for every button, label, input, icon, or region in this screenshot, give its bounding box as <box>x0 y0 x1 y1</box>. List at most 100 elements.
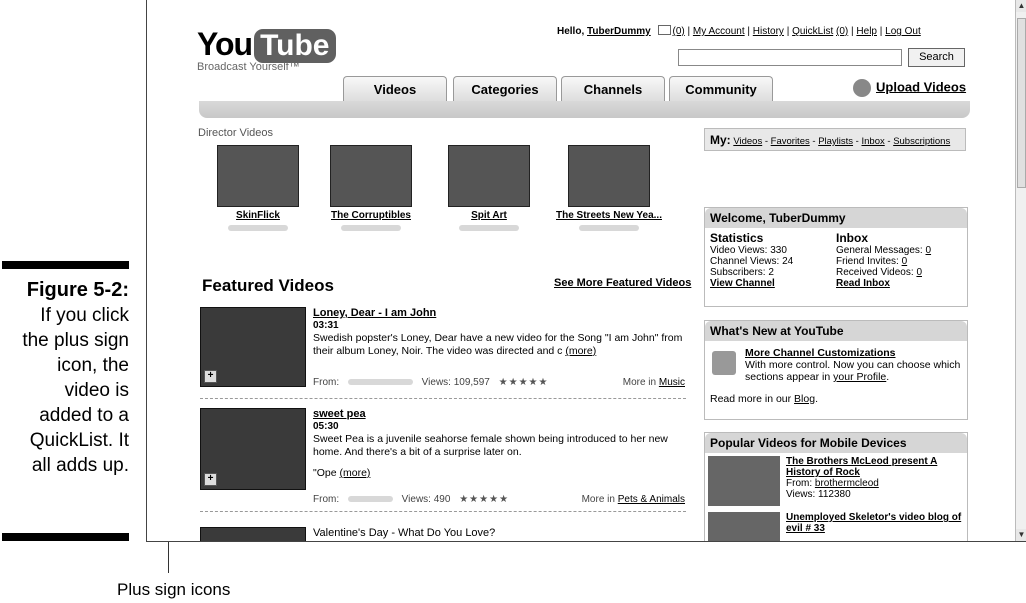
popular-video-title[interactable]: The Brothers McLeod present A History of… <box>786 456 964 478</box>
blog-text: Read more in our <box>710 393 792 405</box>
search-input[interactable] <box>678 49 902 66</box>
quicklist-count[interactable]: (0) <box>836 26 848 37</box>
tab-categories[interactable]: Categories <box>453 76 557 102</box>
my-favorites-link[interactable]: Favorites <box>771 136 810 147</box>
welcome-box: Welcome, TuberDummy Statistics Video Vie… <box>704 207 968 307</box>
my-inbox-link[interactable]: Inbox <box>861 136 884 147</box>
vertical-scrollbar[interactable]: ▲ ▼ <box>1015 0 1026 541</box>
account-links: Hello, TuberDummy (0) | My Account | His… <box>557 25 921 37</box>
tab-videos[interactable]: Videos <box>343 76 447 102</box>
blurred-username <box>459 225 519 231</box>
video-title-link[interactable]: Valentine's Day - What Do You Love? <box>313 527 685 539</box>
browser-screenshot: You Tube Broadcast Yourself™ Hello, Tuber… <box>146 0 1026 542</box>
blurred-username <box>341 225 401 231</box>
video-thumbnail[interactable] <box>708 456 780 506</box>
stat-channel-views: Channel Views: 24 <box>710 256 794 267</box>
blurred-username <box>579 225 639 231</box>
logout-link[interactable]: Log Out <box>885 26 921 37</box>
video-thumbnail[interactable] <box>708 512 780 541</box>
scroll-thumb[interactable] <box>1017 18 1026 188</box>
video-title-link[interactable]: sweet pea <box>313 408 685 420</box>
featured-videos-heading: Featured Videos <box>202 276 334 295</box>
callout-label: Plus sign icons <box>117 580 231 599</box>
nav-bar <box>199 101 970 118</box>
youtube-logo[interactable]: You Tube Broadcast Yourself™ <box>197 26 336 73</box>
plus-icon[interactable]: + <box>204 473 217 486</box>
my-subscriptions-link[interactable]: Subscriptions <box>893 136 950 147</box>
blog-link[interactable]: Blog <box>794 393 815 405</box>
upload-videos-link[interactable]: Upload Videos <box>853 79 966 97</box>
my-playlists-link[interactable]: Playlists <box>818 136 853 147</box>
upload-icon <box>853 79 871 97</box>
video-thumbnail[interactable] <box>217 145 299 207</box>
received-videos-count[interactable]: 0 <box>916 267 922 278</box>
popular-item: Unemployed Skeletor's video blog of evil… <box>705 509 967 541</box>
video-title-link[interactable]: The Corruptibles <box>316 210 426 221</box>
whats-new-box: What's New at YouTube More Channel Custo… <box>704 320 968 420</box>
tab-channels[interactable]: Channels <box>561 76 665 102</box>
director-video[interactable]: SkinFlick <box>203 145 313 231</box>
my-links-bar: My: Videos - Favorites - Playlists - Inb… <box>704 128 966 151</box>
logo-you: You <box>197 26 253 62</box>
my-account-link[interactable]: My Account <box>693 26 745 37</box>
separator: | <box>851 26 854 37</box>
author-link[interactable]: brothermcleod <box>815 478 879 489</box>
caption-line: If you click <box>40 305 129 326</box>
general-messages-count[interactable]: 0 <box>926 245 932 256</box>
popular-video-title[interactable]: Unemployed Skeletor's video blog of evil… <box>786 512 964 541</box>
scroll-down-icon[interactable]: ▼ <box>1016 529 1026 541</box>
tab-community[interactable]: Community <box>669 76 773 102</box>
featured-video-item: Valentine's Day - What Do You Love? <box>200 527 686 541</box>
video-thumbnail[interactable]: + <box>200 408 306 490</box>
view-count: Views: 109,597 <box>421 377 490 388</box>
news-title-link[interactable]: More Channel Customizations <box>745 347 962 359</box>
separator: | <box>786 26 790 37</box>
more-link[interactable]: (more) <box>340 467 371 479</box>
separator: - <box>809 136 819 147</box>
profile-link[interactable]: your Profile <box>833 371 886 383</box>
received-videos-label: Received Videos: <box>836 267 914 278</box>
figure-number: Figure 5-2: <box>26 279 129 301</box>
video-thumbnail[interactable]: + <box>200 307 306 387</box>
category-link[interactable]: Pets & Animals <box>618 494 685 505</box>
read-inbox-link[interactable]: Read Inbox <box>836 278 962 289</box>
help-link[interactable]: Help <box>856 26 877 37</box>
director-video[interactable]: The Streets New Yea... <box>554 145 664 231</box>
quicklist-link[interactable]: QuickList <box>792 26 833 37</box>
video-thumbnail[interactable] <box>200 527 306 541</box>
director-video[interactable]: The Corruptibles <box>316 145 426 231</box>
view-channel-link[interactable]: View Channel <box>710 278 836 289</box>
mail-icon[interactable] <box>657 25 671 35</box>
more-in-label: More in <box>581 494 615 505</box>
featured-video-item: + sweet pea 05:30 Sweet Pea is a juvenil… <box>200 408 686 512</box>
video-title-link[interactable]: SkinFlick <box>203 210 313 221</box>
caption-line: QuickList. It <box>29 430 129 451</box>
video-thumbnail[interactable] <box>330 145 412 207</box>
upload-label: Upload Videos <box>876 79 967 95</box>
video-duration: 05:30 <box>313 421 339 432</box>
video-title-link[interactable]: Spit Art <box>434 210 544 221</box>
video-title-link[interactable]: The Streets New Yea... <box>554 210 664 221</box>
stat-video-views: Video Views: 330 <box>710 245 787 256</box>
search-button[interactable]: Search <box>908 48 965 67</box>
video-thumbnail[interactable] <box>568 145 650 207</box>
plus-icon[interactable]: + <box>204 370 217 383</box>
more-link[interactable]: (more) <box>565 345 596 357</box>
caption-line: the plus sign <box>22 330 129 351</box>
my-videos-link[interactable]: Videos <box>733 136 762 147</box>
category-link[interactable]: Music <box>659 377 685 388</box>
caption-line: icon, the <box>57 355 129 376</box>
video-title-link[interactable]: Loney, Dear - I am John <box>313 307 685 319</box>
description-quote: "Ope <box>313 467 337 479</box>
inbox-count-link[interactable]: (0) <box>673 26 685 37</box>
gear-icon <box>712 351 736 375</box>
friend-invites-count[interactable]: 0 <box>902 256 908 267</box>
video-thumbnail[interactable] <box>448 145 530 207</box>
from-label: From: <box>313 494 340 505</box>
history-link[interactable]: History <box>753 26 784 37</box>
video-description: Sweet Pea is a juvenile seahorse female … <box>313 433 668 458</box>
director-video[interactable]: Spit Art <box>434 145 544 231</box>
scroll-up-icon[interactable]: ▲ <box>1016 0 1026 12</box>
see-more-featured-link[interactable]: See More Featured Videos <box>554 277 691 289</box>
username-link[interactable]: TuberDummy <box>587 26 651 37</box>
